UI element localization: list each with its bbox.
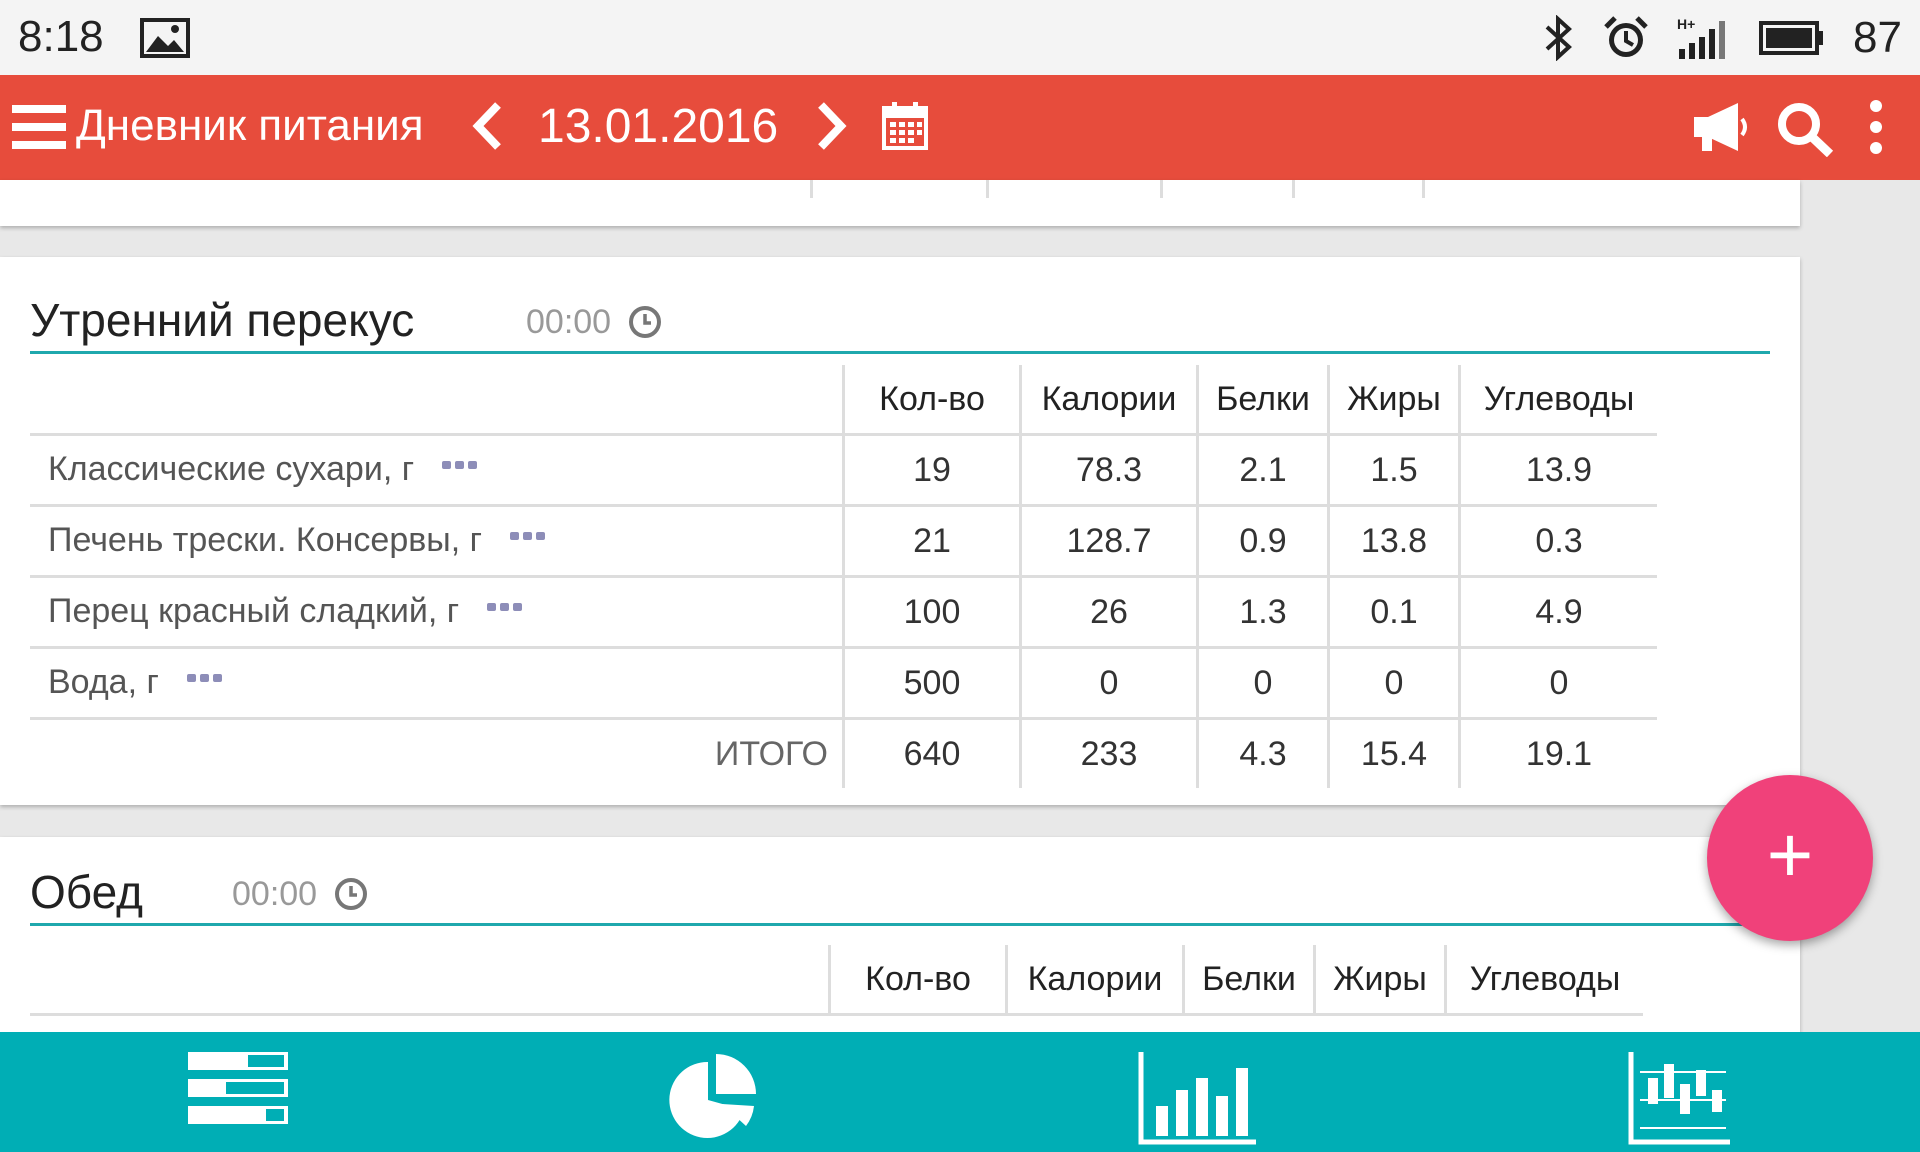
column-header-amount: Кол-во <box>828 945 1007 1016</box>
column-header-carbs: Углеводы <box>1444 945 1643 1016</box>
food-table: Кол-во Калории Белки Жиры Углеводы Класс… <box>30 365 1657 788</box>
table-row[interactable]: Перец красный сладкий, г 100 26 1.3 0.1 … <box>30 575 1657 648</box>
search-icon[interactable] <box>1776 101 1834 162</box>
cell-fat: 13.8 <box>1327 504 1460 577</box>
meal-header[interactable]: Утренний перекус 00:00 <box>30 275 1770 354</box>
total-row: ИТОГО 640 233 4.3 15.4 19.1 <box>30 717 1657 788</box>
cell-fat: 1.5 <box>1327 433 1460 506</box>
clock-icon[interactable] <box>628 305 662 344</box>
add-food-button[interactable]: + <box>1707 775 1873 941</box>
cell-carbs: 0.3 <box>1458 504 1657 577</box>
cell-carbs: 13.9 <box>1458 433 1657 506</box>
column-header-amount: Кол-во <box>842 365 1021 436</box>
more-horiz-icon[interactable] <box>186 654 223 693</box>
app-bar: Дневник питания 13.01.2016 <box>0 75 1920 180</box>
battery-percent: 87 <box>1853 13 1902 62</box>
more-horiz-icon[interactable] <box>510 512 546 551</box>
table-row[interactable]: Классические сухари, г 19 78.3 2.1 1.5 1… <box>30 433 1657 506</box>
table-row[interactable]: Печень трески. Консервы, г 21 128.7 0.9 … <box>30 504 1657 577</box>
table-header-row: Кол-во Калории Белки Жиры Углеводы <box>30 945 1643 1016</box>
meal-title: Обед <box>30 866 144 918</box>
chevron-left-icon[interactable] <box>470 101 504 156</box>
cell-calories: 26 <box>1019 575 1198 648</box>
cell-amount: 100 <box>842 575 1021 648</box>
cell-protein: 0.9 <box>1196 504 1329 577</box>
total-carbs: 19.1 <box>1458 717 1657 788</box>
cell-fat: 0 <box>1327 646 1460 719</box>
more-horiz-icon[interactable] <box>487 583 523 622</box>
meal-time[interactable]: 00:00 <box>232 875 317 914</box>
column-header-fat: Жиры <box>1327 365 1460 436</box>
pie-chart-icon[interactable] <box>662 1050 762 1151</box>
cell-protein: 2.1 <box>1196 433 1329 506</box>
cell-carbs: 4.9 <box>1458 575 1657 648</box>
column-header-calories: Калории <box>1019 365 1198 436</box>
menu-icon[interactable] <box>12 103 66 156</box>
cell-amount: 21 <box>842 504 1021 577</box>
table-divider <box>1422 180 1425 198</box>
more-horiz-icon[interactable] <box>442 441 478 480</box>
food-name: Перец красный сладкий, г <box>48 591 460 630</box>
food-name: Классические сухари, г <box>48 449 415 488</box>
status-bar: 8:18 H+ 87 <box>0 0 1920 75</box>
table-header-row: Кол-во Калории Белки Жиры Углеводы <box>30 365 1657 436</box>
bluetooth-icon <box>1543 15 1575 61</box>
cell-calories: 128.7 <box>1019 504 1198 577</box>
svg-text:H+: H+ <box>1677 16 1695 32</box>
diary-icon[interactable] <box>186 1050 290 1131</box>
column-header-carbs: Углеводы <box>1458 365 1657 436</box>
column-header-protein: Белки <box>1196 365 1329 436</box>
cell-carbs: 0 <box>1458 646 1657 719</box>
total-amount: 640 <box>842 717 1021 788</box>
food-name: Печень трески. Консервы, г <box>48 520 483 559</box>
cell-calories: 0 <box>1019 646 1198 719</box>
food-name: Вода, г <box>48 662 159 701</box>
bottom-navigation <box>0 1032 1920 1152</box>
cell-fat: 0.1 <box>1327 575 1460 648</box>
cell-amount: 500 <box>842 646 1021 719</box>
app-title[interactable]: Дневник питания <box>76 101 424 151</box>
megaphone-icon[interactable] <box>1690 101 1752 158</box>
meal-time[interactable]: 00:00 <box>526 303 611 342</box>
table-divider <box>1160 180 1163 198</box>
cell-protein: 0 <box>1196 646 1329 719</box>
meal-header[interactable]: Обед 00:00 <box>30 847 1770 926</box>
food-table: Кол-во Калории Белки Жиры Углеводы <box>30 945 1643 1016</box>
bar-chart-icon[interactable] <box>1138 1050 1258 1151</box>
alarm-icon <box>1603 15 1649 61</box>
meal-title: Утренний перекус <box>30 294 415 346</box>
column-header-fat: Жиры <box>1313 945 1446 1016</box>
meal-card-morning-snack: Утренний перекус 00:00 Кол-во Калории Бе… <box>0 257 1800 805</box>
table-row[interactable]: Вода, г 500 0 0 0 0 <box>30 646 1657 719</box>
column-header-calories: Калории <box>1005 945 1184 1016</box>
chevron-right-icon[interactable] <box>815 101 849 156</box>
signal-hplus-icon: H+ <box>1677 15 1731 61</box>
column-header-name <box>30 365 844 436</box>
cell-amount: 19 <box>842 433 1021 506</box>
previous-meal-card <box>0 180 1800 226</box>
clock-icon[interactable] <box>334 877 368 916</box>
more-vert-icon[interactable] <box>1868 99 1884 160</box>
total-calories: 233 <box>1019 717 1198 788</box>
total-fat: 15.4 <box>1327 717 1460 788</box>
meal-card-lunch: Обед 00:00 Кол-во Калории Белки Жиры Угл… <box>0 837 1800 1037</box>
total-protein: 4.3 <box>1196 717 1329 788</box>
column-header-protein: Белки <box>1182 945 1315 1016</box>
image-icon <box>140 18 190 58</box>
cell-protein: 1.3 <box>1196 575 1329 648</box>
table-divider <box>810 180 813 198</box>
column-header-name <box>30 945 830 1016</box>
cell-calories: 78.3 <box>1019 433 1198 506</box>
status-time: 8:18 <box>18 12 104 61</box>
battery-icon <box>1759 21 1825 55</box>
calendar-icon[interactable] <box>882 100 928 155</box>
current-date[interactable]: 13.01.2016 <box>538 99 778 154</box>
table-divider <box>1292 180 1295 198</box>
candlestick-chart-icon[interactable] <box>1628 1050 1732 1151</box>
total-label: ИТОГО <box>30 717 844 788</box>
table-divider <box>986 180 989 198</box>
